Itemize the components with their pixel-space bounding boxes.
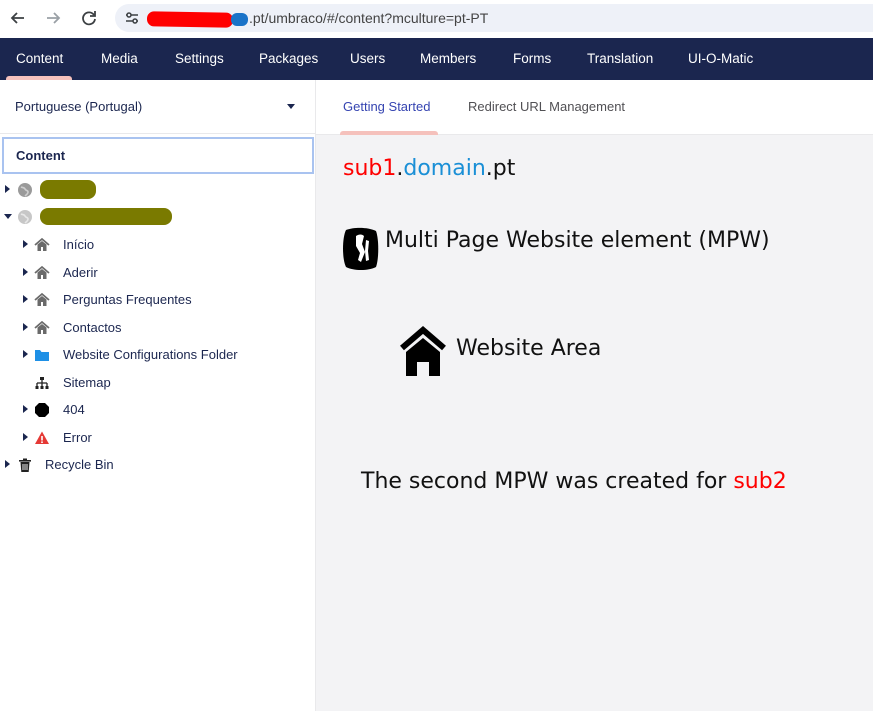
domain-annotation: sub1.domain.pt bbox=[343, 156, 515, 181]
globe-icon bbox=[17, 182, 33, 198]
tree-item-site-2[interactable] bbox=[0, 205, 316, 229]
content-tree-sidebar: Portuguese (Portugal) Content Início Ade… bbox=[0, 80, 316, 711]
tab-active-indicator bbox=[340, 131, 438, 135]
nav-translation[interactable]: Translation bbox=[587, 38, 653, 80]
nav-media[interactable]: Media bbox=[101, 38, 138, 80]
nav-forms[interactable]: Forms bbox=[513, 38, 551, 80]
annotation-second-mpw-text: The second MPW was created for bbox=[361, 469, 734, 494]
annotation-sub1: sub1 bbox=[343, 156, 397, 181]
mpw-element-icon bbox=[340, 226, 380, 272]
annotation-website-area: Website Area bbox=[456, 336, 602, 361]
sitemap-icon bbox=[34, 375, 50, 391]
tree-item-label: 404 bbox=[63, 402, 85, 417]
expand-caret-icon[interactable] bbox=[5, 460, 10, 468]
nav-content[interactable]: Content bbox=[16, 38, 63, 80]
tree-item-inicio[interactable]: Início bbox=[0, 233, 316, 257]
tree-item-contactos[interactable]: Contactos bbox=[0, 316, 316, 340]
reload-icon[interactable] bbox=[78, 7, 100, 29]
tree-item-label: Aderir bbox=[63, 265, 98, 280]
tree-item-error[interactable]: Error bbox=[0, 426, 316, 450]
expand-caret-icon[interactable] bbox=[23, 323, 28, 331]
app-header: Content Media Settings Packages Users Me… bbox=[0, 38, 873, 80]
tree-item-perguntas-frequentes[interactable]: Perguntas Frequentes bbox=[0, 288, 316, 312]
expand-caret-icon[interactable] bbox=[23, 433, 28, 441]
tree-item-label: Contactos bbox=[63, 320, 122, 335]
tree-item-label: Recycle Bin bbox=[45, 457, 114, 472]
site-settings-icon[interactable] bbox=[123, 9, 141, 27]
folder-icon bbox=[34, 347, 50, 363]
expand-caret-icon[interactable] bbox=[23, 240, 28, 248]
content-root-label: Content bbox=[16, 148, 66, 163]
annotation-domain: domain bbox=[403, 156, 486, 181]
nav-users[interactable]: Users bbox=[350, 38, 385, 80]
address-bar[interactable]: .pt/umbraco/#/content?mculture=pt-PT bbox=[115, 4, 873, 32]
website-area-home-icon bbox=[400, 326, 446, 378]
expand-caret-icon[interactable] bbox=[23, 405, 28, 413]
tree-item-label: Website Configurations Folder bbox=[63, 347, 238, 362]
octagon-icon bbox=[34, 402, 50, 418]
tree-item-label: Início bbox=[63, 237, 95, 252]
arrow-right-icon[interactable] bbox=[42, 7, 64, 29]
url-text: .pt/umbraco/#/content?mculture=pt-PT bbox=[249, 10, 489, 26]
tab-redirect-url-management[interactable]: Redirect URL Management bbox=[468, 99, 625, 114]
nav-ui-o-matic[interactable]: UI-O-Matic bbox=[688, 38, 753, 80]
dashboard-main: Getting Started Redirect URL Management … bbox=[316, 80, 873, 711]
annotation-sub2: sub2 bbox=[733, 469, 787, 494]
browser-toolbar: .pt/umbraco/#/content?mculture=pt-PT bbox=[0, 0, 873, 38]
expand-caret-icon[interactable] bbox=[23, 268, 28, 276]
tree-item-label: Perguntas Frequentes bbox=[63, 292, 192, 307]
tree-item-site-1[interactable] bbox=[0, 178, 316, 202]
arrow-left-icon[interactable] bbox=[7, 7, 29, 29]
tree-item-label: Error bbox=[63, 430, 92, 445]
url-redaction-red bbox=[146, 11, 234, 28]
nav-settings[interactable]: Settings bbox=[175, 38, 224, 80]
globe-icon bbox=[17, 209, 33, 225]
collapse-caret-icon[interactable] bbox=[4, 214, 12, 219]
expand-caret-icon[interactable] bbox=[5, 185, 10, 193]
culture-selector[interactable]: Portuguese (Portugal) bbox=[0, 80, 316, 134]
tree-item-website-configurations-folder[interactable]: Website Configurations Folder bbox=[0, 343, 316, 367]
trash-icon bbox=[17, 457, 33, 473]
tree-item-404[interactable]: 404 bbox=[0, 398, 316, 422]
tree-item-sitemap[interactable]: Sitemap bbox=[0, 371, 316, 395]
home-icon bbox=[34, 292, 50, 308]
expand-caret-icon[interactable] bbox=[23, 295, 28, 303]
nav-packages[interactable]: Packages bbox=[259, 38, 318, 80]
tab-getting-started[interactable]: Getting Started bbox=[343, 99, 430, 114]
content-root[interactable]: Content bbox=[2, 137, 314, 174]
annotation-tld: .pt bbox=[485, 156, 516, 181]
site-name-redaction bbox=[40, 180, 96, 199]
warning-icon bbox=[34, 430, 50, 446]
home-icon bbox=[34, 237, 50, 253]
nav-members[interactable]: Members bbox=[420, 38, 476, 80]
home-icon bbox=[34, 265, 50, 281]
expand-caret-icon[interactable] bbox=[23, 350, 28, 358]
annotation-mpw: Multi Page Website element (MPW) bbox=[385, 228, 770, 253]
dashboard-tabs: Getting Started Redirect URL Management bbox=[316, 80, 873, 135]
chevron-down-icon bbox=[287, 104, 295, 109]
tree-item-aderir[interactable]: Aderir bbox=[0, 261, 316, 285]
home-icon bbox=[34, 320, 50, 336]
url-redaction-blue bbox=[231, 13, 248, 26]
culture-label: Portuguese (Portugal) bbox=[15, 99, 143, 114]
annotation-second-mpw: The second MPW was created for sub2 bbox=[361, 469, 787, 494]
site-name-redaction bbox=[40, 208, 172, 225]
tree-item-label: Sitemap bbox=[63, 375, 111, 390]
tree-item-recycle-bin[interactable]: Recycle Bin bbox=[0, 453, 316, 477]
